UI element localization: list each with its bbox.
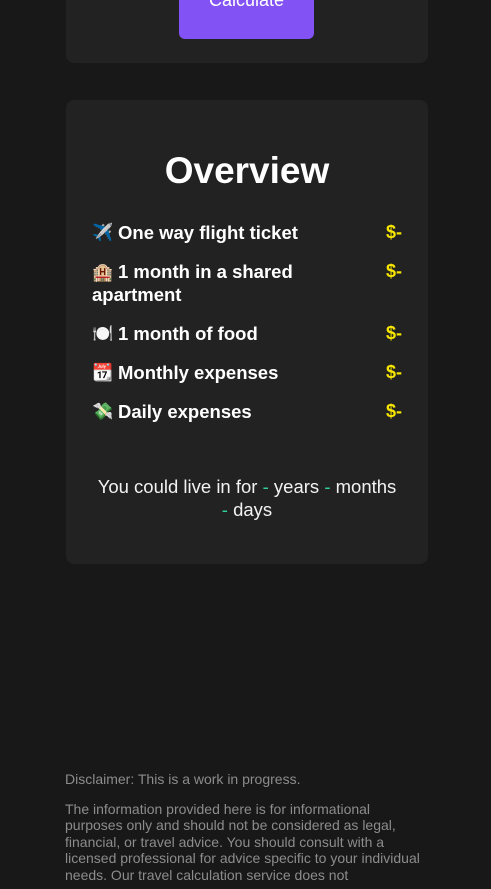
cost-item-apartment: 🏨 1 month in a shared apartment $- (92, 261, 402, 306)
cost-item-label: Daily expenses (118, 401, 252, 422)
cost-item-flight: ✈️ One way flight ticket $- (92, 222, 402, 244)
days-value: - (221, 499, 228, 520)
disclaimer-text: Disclaimer: This is a work in progress. (65, 771, 301, 787)
money-icon: 💸 (92, 402, 114, 421)
footer: Disclaimer: This is a work in progress. … (65, 771, 427, 889)
live-prefix: You could live in for (97, 476, 258, 497)
cost-item-label: 1 month in a shared apartment (92, 261, 293, 305)
cost-list: ✈️ One way flight ticket $- 🏨 1 month in … (92, 222, 402, 440)
calculate-button[interactable]: Calculate (179, 0, 314, 39)
cost-item-label: Monthly expenses (118, 362, 279, 383)
cost-item-label: One way flight ticket (118, 222, 298, 243)
years-label: years (273, 476, 320, 497)
cost-item-label: 1 month of food (118, 323, 258, 344)
plate-icon: 🍽️ (92, 324, 114, 343)
calculator-card: Calculate (66, 0, 428, 63)
page: Calculate Overview ✈️ One way flight tic… (0, 0, 491, 889)
months-label: months (335, 476, 397, 497)
cost-item-daily: 💸 Daily expenses $- (92, 401, 402, 423)
overview-title: Overview (164, 150, 330, 191)
cost-item-value: $- (385, 222, 402, 242)
calendar-icon: 📆 (92, 363, 114, 382)
calculate-button-label: Calculate (208, 0, 285, 10)
airplane-icon: ✈️ (92, 223, 114, 242)
cost-item-value: $- (385, 362, 402, 382)
cost-item-value: $- (385, 323, 402, 343)
hotel-icon: 🏨 (92, 263, 114, 282)
years-value: - (262, 476, 269, 497)
days-label: days (233, 499, 273, 520)
live-duration-text: You could live in for - years - months -… (86, 475, 408, 521)
info-text: The information provided here is for inf… (65, 800, 420, 883)
months-value: - (324, 476, 331, 497)
cost-item-food: 🍽️ 1 month of food $- (92, 323, 402, 345)
cost-item-value: $- (385, 401, 402, 421)
overview-card: Overview ✈️ One way flight ticket $- 🏨 1 … (66, 100, 428, 564)
cost-item-monthly: 📆 Monthly expenses $- (92, 362, 402, 384)
cost-item-value: $- (385, 261, 402, 281)
